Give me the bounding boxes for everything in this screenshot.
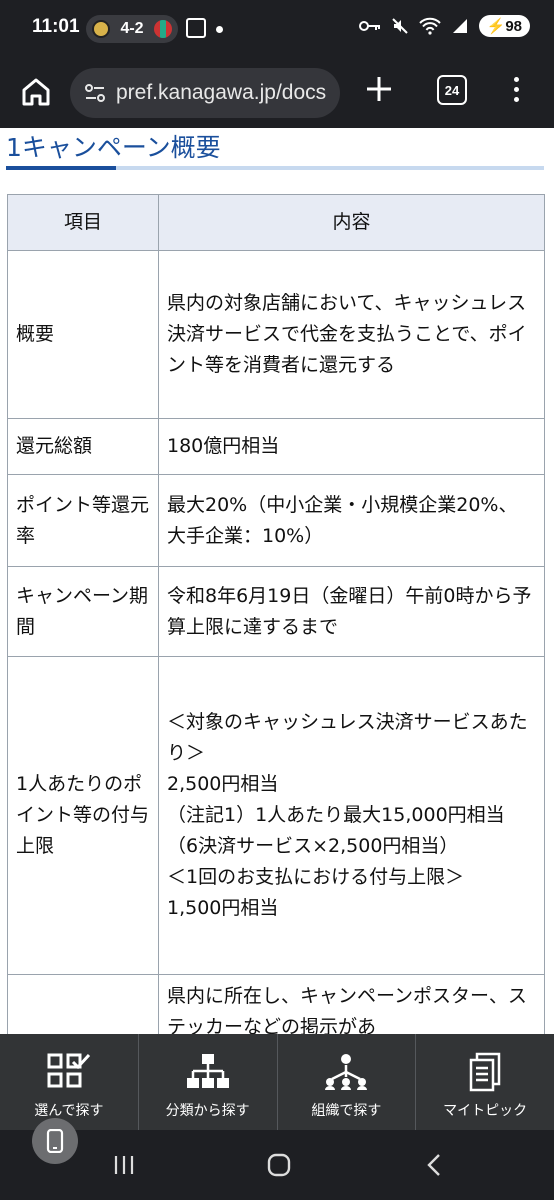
screenshot-icon xyxy=(186,18,206,38)
table-row: 概要 県内の対象店舗において、キャッシュレス決済サービスで代金を支払うことで、ポ… xyxy=(7,250,545,419)
site-settings-icon[interactable] xyxy=(84,83,106,103)
nav-label: 分類から探す xyxy=(165,1103,250,1119)
row-value: 県内の対象店舗において、キャッシュレス決済サービスで代金を支払うことで、ポイント… xyxy=(158,250,545,419)
new-tab-icon[interactable] xyxy=(362,72,396,106)
table-row: 還元総額 180億円相当 xyxy=(7,418,545,475)
home-nav-icon[interactable] xyxy=(266,1152,292,1178)
campaign-summary-table: 項目 内容 概要 県内の対象店舗において、キャッシュレス決済サービスで代金を支払… xyxy=(7,194,545,1065)
page-title: 1キャンペーン概要 xyxy=(6,133,221,162)
home-icon[interactable] xyxy=(18,74,54,110)
row-label: 概要 xyxy=(7,250,159,419)
row-value: 180億円相当 xyxy=(158,418,545,475)
status-time: 11:01 xyxy=(32,16,80,37)
key-icon xyxy=(358,21,380,31)
tab-count: 24 xyxy=(444,82,460,98)
row-label: ポイント等還元率 xyxy=(7,474,159,567)
system-navigation-bar xyxy=(0,1130,554,1200)
row-label: キャンペーン期間 xyxy=(7,566,159,657)
recent-apps-icon[interactable] xyxy=(112,1154,136,1176)
signal-icon xyxy=(452,19,467,33)
row-value: 最大20%（中小企業・小規模企業20%、大手企業：10%） xyxy=(158,474,545,567)
floating-action-button[interactable] xyxy=(32,1118,78,1164)
browser-toolbar: pref.kanagawa.jp/docs 24 xyxy=(0,58,554,128)
address-bar[interactable]: pref.kanagawa.jp/docs xyxy=(70,68,340,118)
status-bar: 11:01 4-2 ⚡98 xyxy=(0,0,554,58)
team-logo-icon xyxy=(154,20,172,38)
nav-label: マイトピック xyxy=(443,1103,528,1119)
heading-underline xyxy=(6,166,544,170)
url-text: pref.kanagawa.jp/docs xyxy=(116,81,327,104)
back-icon[interactable] xyxy=(424,1152,444,1178)
row-value: ＜対象のキャッシュレス決済サービスあたり＞ 2,500円相当 （注記1）1人あた… xyxy=(158,656,545,975)
nav-label: 組織で探す xyxy=(311,1103,382,1119)
table-row: キャンペーン期間 令和8年6月19日（金曜日）午前0時から予算上限に達するまで xyxy=(7,566,545,657)
row-label: 還元総額 xyxy=(7,418,159,475)
table-row: 1人あたりのポイント等の付与上限 ＜対象のキャッシュレス決済サービスあたり＞ 2… xyxy=(7,656,545,975)
document-icon xyxy=(469,1052,501,1092)
battery-level: 98 xyxy=(505,18,522,35)
column-header-item: 項目 xyxy=(7,194,159,251)
nav-category-search[interactable]: 分類から探す xyxy=(139,1034,278,1130)
phone-icon xyxy=(46,1129,64,1153)
column-header-content: 内容 xyxy=(158,194,545,251)
tab-switcher-button[interactable]: 24 xyxy=(437,75,467,105)
nav-my-topics[interactable]: マイトピック xyxy=(416,1034,554,1130)
row-value: 令和8年6月19日（金曜日）午前0時から予算上限に達するまで xyxy=(158,566,545,657)
row-label: 1人あたりのポイント等の付与上限 xyxy=(7,656,159,975)
wifi-icon xyxy=(418,17,441,35)
team-logo-icon xyxy=(92,20,110,38)
nav-organization-search[interactable]: 組織で探す xyxy=(278,1034,417,1130)
hierarchy-icon xyxy=(186,1054,229,1088)
notification-dot-icon xyxy=(216,26,223,33)
score-text: 4-2 xyxy=(120,20,144,37)
system-icons: ⚡98 xyxy=(358,15,530,37)
table-row: ポイント等還元率 最大20%（中小企業・小規模企業20%、大手企業：10%） xyxy=(7,474,545,567)
battery-indicator: ⚡98 xyxy=(478,15,530,37)
overflow-menu-icon[interactable] xyxy=(510,74,522,106)
table-header-row: 項目 内容 xyxy=(7,194,545,251)
nav-label: 選んで探す xyxy=(34,1103,104,1119)
nav-choose-search[interactable]: 選んで探す xyxy=(0,1034,139,1130)
mute-icon xyxy=(391,18,408,34)
site-bottom-nav: 選んで探す 分類から探す 組織で探す マイトピック xyxy=(0,1034,554,1130)
live-score-chip[interactable]: 4-2 xyxy=(86,15,178,43)
organization-icon xyxy=(325,1054,368,1090)
checklist-icon xyxy=(47,1053,90,1088)
